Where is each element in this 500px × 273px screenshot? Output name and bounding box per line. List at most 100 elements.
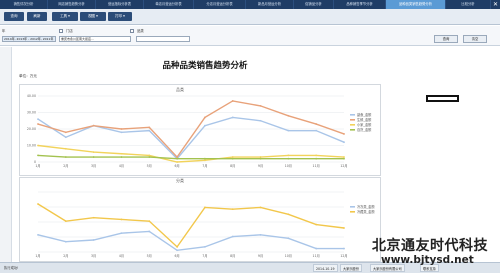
legend-label: 冷冻类_金额: [357, 204, 375, 209]
data-point: [92, 124, 95, 127]
data-point: [343, 141, 345, 144]
store-filter-input[interactable]: 重庆市永川区南大街店...: [59, 36, 131, 42]
query-button[interactable]: 查询: [4, 12, 24, 21]
y-tick-label: 20.00: [27, 127, 36, 131]
category-filter-checkbox[interactable]: [130, 29, 134, 33]
x-tick-label: 8月: [230, 254, 235, 258]
tab-compare[interactable]: 比较分析: [446, 0, 491, 9]
data-point: [64, 131, 67, 134]
data-point: [259, 105, 262, 107]
data-point: [148, 129, 151, 132]
x-tick-label: 1月: [35, 164, 40, 168]
x-tick-label: 10月: [285, 164, 292, 168]
x-tick-label: 6月: [174, 254, 179, 258]
category-filter-label: 品类: [137, 29, 144, 33]
data-point: [120, 156, 123, 158]
x-tick-label: 3月: [91, 164, 96, 168]
filter-clear-button[interactable]: 清空: [463, 35, 487, 43]
series-line: [37, 230, 344, 252]
data-point: [92, 239, 95, 241]
data-point: [287, 114, 290, 117]
legend-swatch: [350, 211, 355, 213]
data-point: [120, 232, 123, 235]
y-tick-label: 10.00: [27, 144, 36, 148]
data-point: [231, 208, 234, 211]
year-filter-input[interactable]: 2014年, 2013年 - 2012年, 2011年: [2, 36, 56, 42]
data-point: [259, 206, 262, 209]
legend-label: 百货_金额: [357, 127, 372, 132]
data-point: [37, 118, 39, 120]
filter-bar: 年 2014年, 2013年 - 2012年, 2011年 门店 重庆市永川区南…: [0, 26, 500, 46]
data-point: [176, 245, 178, 248]
legend-swatch: [350, 119, 355, 121]
data-point: [120, 128, 123, 130]
x-tick-label: 11月: [313, 164, 320, 168]
tab-promotion[interactable]: 促销品分析: [294, 0, 334, 9]
data-point: [231, 157, 234, 160]
data-point: [120, 152, 123, 155]
filter-query-button[interactable]: 查询: [434, 35, 458, 43]
data-point: [64, 220, 67, 223]
data-point: [315, 129, 318, 132]
store-filter-checkbox[interactable]: [59, 29, 63, 33]
tab-season[interactable]: 品种销售季节分析: [334, 0, 386, 9]
x-tick-label: 9月: [258, 164, 263, 168]
data-point: [176, 157, 178, 160]
x-tick-label: 12月: [340, 254, 347, 258]
legend-label: 小家_金额: [357, 122, 372, 127]
store-filter-label: 门店: [66, 29, 73, 33]
series-line: [37, 144, 345, 163]
x-tick-label: 6月: [174, 164, 179, 168]
tab-online-trend[interactable]: 网店销售趋势分析: [48, 0, 96, 9]
data-point: [231, 156, 234, 158]
toolbar: 查询 刷新 工具 ▾ 视图 ▾ 打印 ▾: [0, 9, 500, 25]
tab-single-store[interactable]: 单店月营运分析表: [144, 0, 194, 9]
data-point: [148, 156, 151, 158]
legend-label: 冷藏类_金额: [357, 209, 375, 214]
legend-label: 生鲜_金额: [357, 117, 372, 122]
chevron-down-icon: ▾: [95, 14, 98, 18]
tab-ops-indicator[interactable]: 营运指标分析表: [96, 0, 144, 9]
tools-menu-button[interactable]: 工具 ▾: [52, 12, 78, 21]
data-point: [37, 123, 39, 125]
legend-label: 副食_金额: [357, 112, 372, 117]
data-point: [64, 156, 67, 158]
data-point: [148, 154, 151, 157]
tab-category-trend[interactable]: 品种品类销售趋势分析: [386, 0, 446, 9]
x-tick-label: 10月: [285, 254, 292, 258]
x-tick-label: 7月: [202, 254, 207, 258]
tab-new-product[interactable]: 新品月营运分析: [246, 0, 294, 9]
data-point: [315, 123, 318, 125]
line-chart-subcategory: 1月 2月 3月 4月 5月 6月 7月 8月 9月 10月 11月 12月 冷冻类_金额冷藏类_金额: [35, 191, 375, 258]
print-menu-button[interactable]: 打印 ▾: [108, 12, 132, 21]
x-tick-label: 1月: [35, 254, 40, 258]
tab-sales-overview[interactable]: 销售情况分析: [0, 0, 48, 9]
data-point: [92, 156, 95, 158]
status-message: 执行成功!: [4, 266, 19, 270]
data-point: [343, 227, 345, 229]
x-tick-label: 12月: [340, 164, 347, 168]
x-tick-label: 5月: [147, 254, 152, 258]
chevron-down-icon: ▾: [67, 14, 70, 18]
data-point: [37, 154, 39, 157]
legend-swatch: [350, 206, 355, 208]
data-point: [287, 129, 290, 132]
data-point: [315, 154, 318, 157]
data-point: [148, 126, 151, 129]
view-menu-button[interactable]: 视图 ▾: [80, 12, 106, 21]
data-point: [287, 154, 290, 157]
data-point: [343, 247, 345, 250]
data-point: [204, 157, 206, 160]
data-point: [204, 159, 206, 162]
refresh-button[interactable]: 刷新: [27, 12, 47, 21]
close-icon[interactable]: ✕: [491, 0, 500, 9]
tab-bar: 销售情况分析 网店销售趋势分析 营运指标分析表 单店月营运分析表 分店月营运分析…: [0, 0, 500, 9]
data-point: [287, 213, 290, 216]
x-tick-label: 7月: [202, 164, 207, 168]
line-chart-category: 010.0020.0030.0040.001月 2月 3月 4月 5月 6月 7月 8月 9月 1…: [27, 94, 372, 168]
x-tick-label: 2月: [63, 164, 68, 168]
tab-branch-store[interactable]: 分店月营运分析表: [194, 0, 246, 9]
category-filter-input[interactable]: [136, 36, 190, 42]
chevron-down-icon: ▾: [122, 14, 125, 18]
x-tick-label: 3月: [91, 254, 96, 258]
